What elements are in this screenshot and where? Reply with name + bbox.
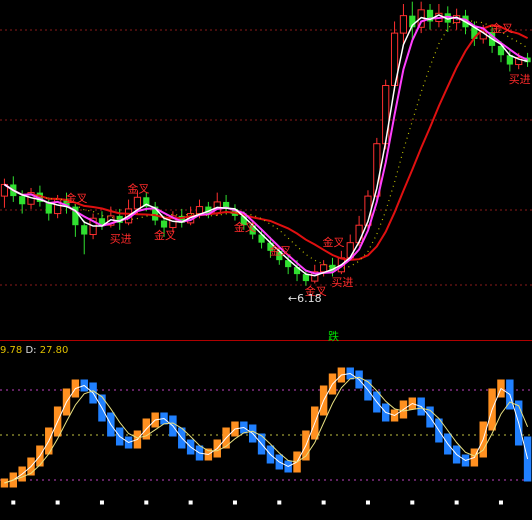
- readout-d-value: 27.80: [39, 345, 69, 356]
- ma-long-line: [3, 24, 529, 261]
- low-price-marker: ←6.18: [288, 292, 322, 305]
- indicator-readout: 9.78 D: 27.80: [0, 345, 68, 356]
- base-marker: [365, 500, 370, 505]
- base-marker: [55, 500, 60, 505]
- readout-d-label: D:: [25, 345, 37, 356]
- readout-value: 9.78: [0, 345, 23, 356]
- signal-label: 金叉: [234, 220, 256, 234]
- candle-body: [81, 225, 88, 235]
- base-marker: [321, 500, 326, 505]
- candle-body: [195, 206, 204, 215]
- signal-label: 金叉: [65, 191, 87, 205]
- base-marker: [232, 500, 237, 505]
- signal-label: 金叉: [269, 243, 291, 257]
- base-marker: [498, 500, 503, 505]
- base-marker: [188, 500, 193, 505]
- base-marker: [144, 500, 149, 505]
- signal-label: 金叉: [154, 228, 176, 242]
- bottom-label: 跌: [328, 329, 339, 343]
- d-line: [4, 376, 529, 484]
- base-marker: [277, 500, 282, 505]
- signal-label: 买进: [110, 233, 132, 246]
- candle-body: [320, 264, 328, 273]
- candle-body: [382, 85, 390, 145]
- base-marker: [99, 500, 104, 505]
- candle-body: [19, 196, 26, 205]
- signal-label: 买进: [509, 73, 531, 86]
- signal-label: 金叉: [491, 21, 513, 35]
- signal-label: 金叉: [127, 182, 149, 196]
- ma-mid-line: [3, 15, 529, 275]
- base-marker: [410, 500, 415, 505]
- signal-label: 买进: [331, 276, 353, 289]
- base-marker: [454, 500, 459, 505]
- price-panel: 金叉买进金叉金叉金叉金叉金叉金叉买进金叉买进←6.18: [0, 1, 532, 305]
- oscillator-panel: [0, 367, 532, 505]
- candle-body: [399, 15, 408, 34]
- candle-body: [160, 220, 168, 228]
- base-marker: [11, 500, 16, 505]
- candle-body: [133, 196, 142, 210]
- ma-short-line: [3, 14, 528, 277]
- stock-chart: 金叉买进金叉金叉金叉金叉金叉金叉买进金叉买进←6.18 跌: [0, 1, 532, 505]
- signal-label: 金叉: [323, 235, 345, 249]
